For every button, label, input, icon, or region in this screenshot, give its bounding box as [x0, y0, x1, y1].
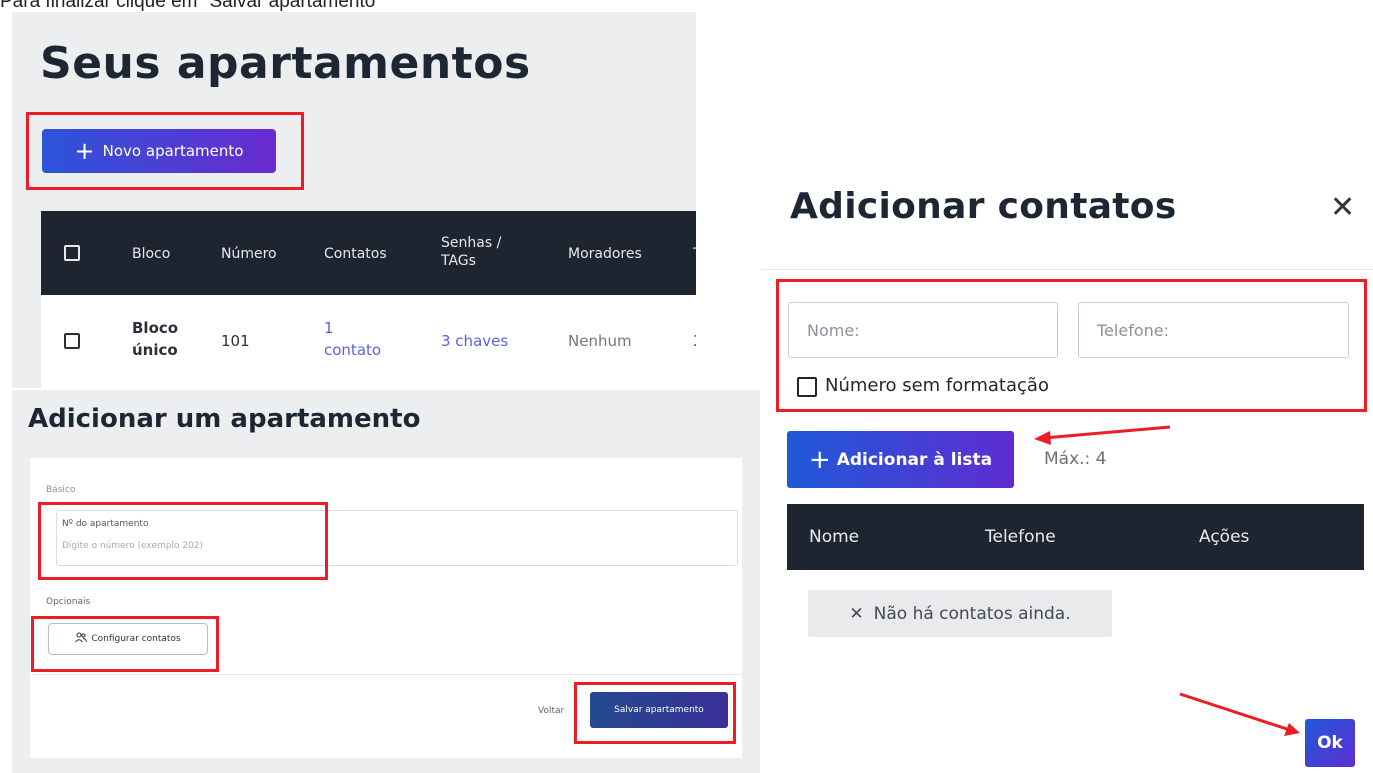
arrow-add-to-list	[1043, 425, 1171, 440]
arrow-ok	[1179, 692, 1291, 732]
arrow-add-to-list-head	[1034, 431, 1051, 445]
annotation-arrows	[1034, 425, 1300, 736]
